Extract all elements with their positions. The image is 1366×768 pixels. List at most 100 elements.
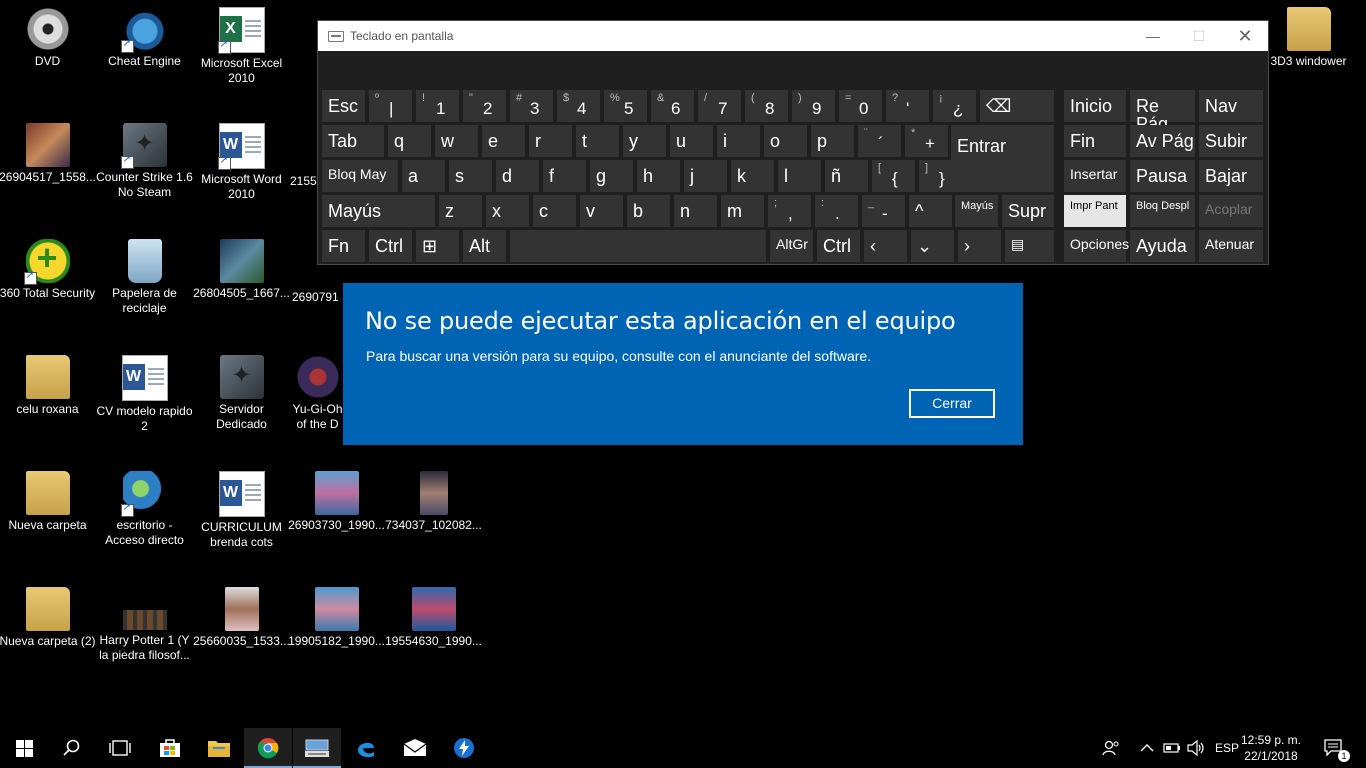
- minimize-button[interactable]: —: [1130, 21, 1176, 51]
- taskbar-edge[interactable]: [342, 728, 390, 768]
- desktop-icon-escritorio[interactable]: escritorio - Acceso directo: [96, 464, 193, 548]
- key-¿[interactable]: ¡ ¿: [933, 90, 976, 122]
- key-u[interactable]: u: [670, 125, 713, 157]
- space-key[interactable]: [510, 230, 766, 262]
- alt-key[interactable]: Alt: [463, 230, 506, 262]
- key-k[interactable]: k: [731, 160, 774, 192]
- taskbar-app-lightning[interactable]: [440, 728, 488, 768]
- fn-key[interactable]: Fn: [322, 230, 365, 262]
- desktop-icon-3d3-windower[interactable]: 3D3 windower: [1260, 0, 1357, 69]
- key-o[interactable]: o: [764, 125, 807, 157]
- key-t[interactable]: t: [576, 125, 619, 157]
- desktop-icon-word[interactable]: W Microsoft Word 2010: [193, 116, 290, 202]
- key-j[interactable]: j: [684, 160, 727, 192]
- key-b[interactable]: b: [627, 195, 670, 227]
- key-esc[interactable]: Esc: [322, 90, 365, 122]
- context-menu-key[interactable]: ▤: [1005, 230, 1054, 262]
- key-insertar[interactable]: Insertar: [1064, 160, 1126, 192]
- key-symbol[interactable]: ¨ ´: [858, 125, 901, 157]
- key-8[interactable]: (8: [745, 90, 788, 122]
- desktop-icon-counter-strike[interactable]: Counter Strike 1.6 No Steam: [96, 116, 193, 200]
- key-bajar[interactable]: Bajar: [1199, 160, 1263, 192]
- key-m[interactable]: m: [721, 195, 764, 227]
- key-inicio[interactable]: Inicio: [1064, 90, 1126, 122]
- desktop-icon-cheat-engine[interactable]: Cheat Engine: [96, 0, 193, 69]
- desktop-icon-photo[interactable]: 25660035_1533...: [193, 580, 290, 649]
- right-ctrl-key[interactable]: Ctrl: [817, 230, 860, 262]
- key-'[interactable]: ? ': [886, 90, 929, 122]
- altgr-key[interactable]: AltGr: [770, 230, 813, 262]
- desktop-icon-yugioh[interactable]: Yu-Gi-Oh of the D: [290, 348, 345, 432]
- battery-button[interactable]: [1163, 728, 1181, 768]
- desktop-icon-photo[interactable]: 734037_102082...: [385, 464, 482, 533]
- enter-key[interactable]: Entrar: [951, 125, 1054, 192]
- desktop-icon-photo[interactable]: 26904517_1558...: [0, 116, 96, 185]
- key-atenuar[interactable]: Atenuar: [1199, 230, 1263, 262]
- volume-button[interactable]: [1187, 728, 1205, 768]
- close-button[interactable]: ✕: [1222, 21, 1268, 51]
- show-hidden-icons-button[interactable]: [1140, 728, 1154, 768]
- close-dialog-button[interactable]: Cerrar: [909, 389, 995, 418]
- key-pausa[interactable]: Pausa: [1130, 160, 1195, 192]
- start-button[interactable]: [0, 728, 48, 768]
- key-5[interactable]: % 5: [604, 90, 647, 122]
- key-g[interactable]: g: [590, 160, 633, 192]
- left-ctrl-key[interactable]: Ctrl: [369, 230, 412, 262]
- desktop-icon-photo[interactable]: 26903730_1990...: [288, 464, 385, 533]
- key-x[interactable]: x: [486, 195, 529, 227]
- key-w[interactable]: w: [435, 125, 478, 157]
- taskbar-on-screen-keyboard[interactable]: [293, 728, 341, 768]
- desktop-icon-cv-modelo[interactable]: W CV modelo rapido 2: [96, 348, 193, 434]
- key-caps-lock[interactable]: Bloq May: [322, 160, 398, 192]
- desktop-icon-360-total-security[interactable]: 360 Total Security: [0, 232, 96, 301]
- key-opciones[interactable]: Opciones: [1064, 230, 1129, 262]
- desktop-icon-partial[interactable]: 2155: [290, 116, 320, 189]
- key-s[interactable]: s: [449, 160, 492, 192]
- desktop-icon-photo[interactable]: 19554630_1990...: [385, 580, 482, 649]
- key-symbol[interactable]: * +: [905, 125, 948, 157]
- key-d[interactable]: d: [496, 160, 539, 192]
- key-re-pág[interactable]: Re Pág: [1130, 90, 1195, 133]
- maximize-button[interactable]: ☐: [1176, 21, 1222, 51]
- window-title-bar[interactable]: Teclado en pantalla — ☐ ✕: [318, 21, 1268, 51]
- key-6[interactable]: & 6: [651, 90, 694, 122]
- key-bloq-despl[interactable]: Bloq Despl: [1130, 195, 1195, 227]
- key-r[interactable]: r: [529, 125, 572, 157]
- key-punctuation[interactable]: _ -: [862, 195, 905, 227]
- arrow-left-key[interactable]: ‹: [864, 230, 907, 262]
- key-y[interactable]: y: [623, 125, 666, 157]
- key-v[interactable]: v: [580, 195, 623, 227]
- desktop-icon-celu-roxana[interactable]: celu roxana: [0, 348, 96, 417]
- backspace-key[interactable]: ⌫: [980, 90, 1054, 122]
- key-fin[interactable]: Fin: [1064, 125, 1126, 157]
- task-view-button[interactable]: [96, 728, 144, 768]
- key-subir[interactable]: Subir: [1199, 125, 1263, 157]
- key-acoplar[interactable]: Acoplar: [1199, 195, 1263, 227]
- arrow-down-key[interactable]: ⌄: [911, 230, 954, 262]
- arrow-up-key[interactable]: ^: [909, 195, 952, 227]
- arrow-right-key[interactable]: ›: [958, 230, 1001, 262]
- desktop-icon-nueva-carpeta-2[interactable]: Nueva carpeta (2): [0, 580, 96, 649]
- key-2[interactable]: " 2: [463, 90, 506, 122]
- people-button[interactable]: [1102, 728, 1120, 768]
- desktop-icon-dvd[interactable]: DVD: [0, 0, 96, 69]
- key-nav[interactable]: Nav: [1199, 90, 1263, 122]
- key-av-pág[interactable]: Av Pág: [1130, 125, 1195, 157]
- key-n[interactable]: n: [674, 195, 717, 227]
- key-ñ[interactable]: ñ: [825, 160, 868, 192]
- key-f[interactable]: f: [543, 160, 586, 192]
- taskbar-store[interactable]: [146, 728, 194, 768]
- key-l[interactable]: l: [778, 160, 821, 192]
- key-q[interactable]: q: [388, 125, 431, 157]
- key-ayuda[interactable]: Ayuda: [1130, 230, 1195, 262]
- delete-key[interactable]: Supr: [1002, 195, 1054, 227]
- key-punctuation[interactable]: ;,: [768, 195, 811, 227]
- key-0[interactable]: = 0: [839, 90, 882, 122]
- clock[interactable]: 12:59 p. m. 22/1/2018: [1236, 732, 1306, 764]
- key-9[interactable]: ) 9: [792, 90, 835, 122]
- key-h[interactable]: h: [637, 160, 680, 192]
- key-4[interactable]: $4: [557, 90, 600, 122]
- desktop-icon-nueva-carpeta[interactable]: Nueva carpeta: [0, 464, 96, 533]
- key-7[interactable]: /7: [698, 90, 741, 122]
- left-shift-key[interactable]: Mayús: [322, 195, 435, 227]
